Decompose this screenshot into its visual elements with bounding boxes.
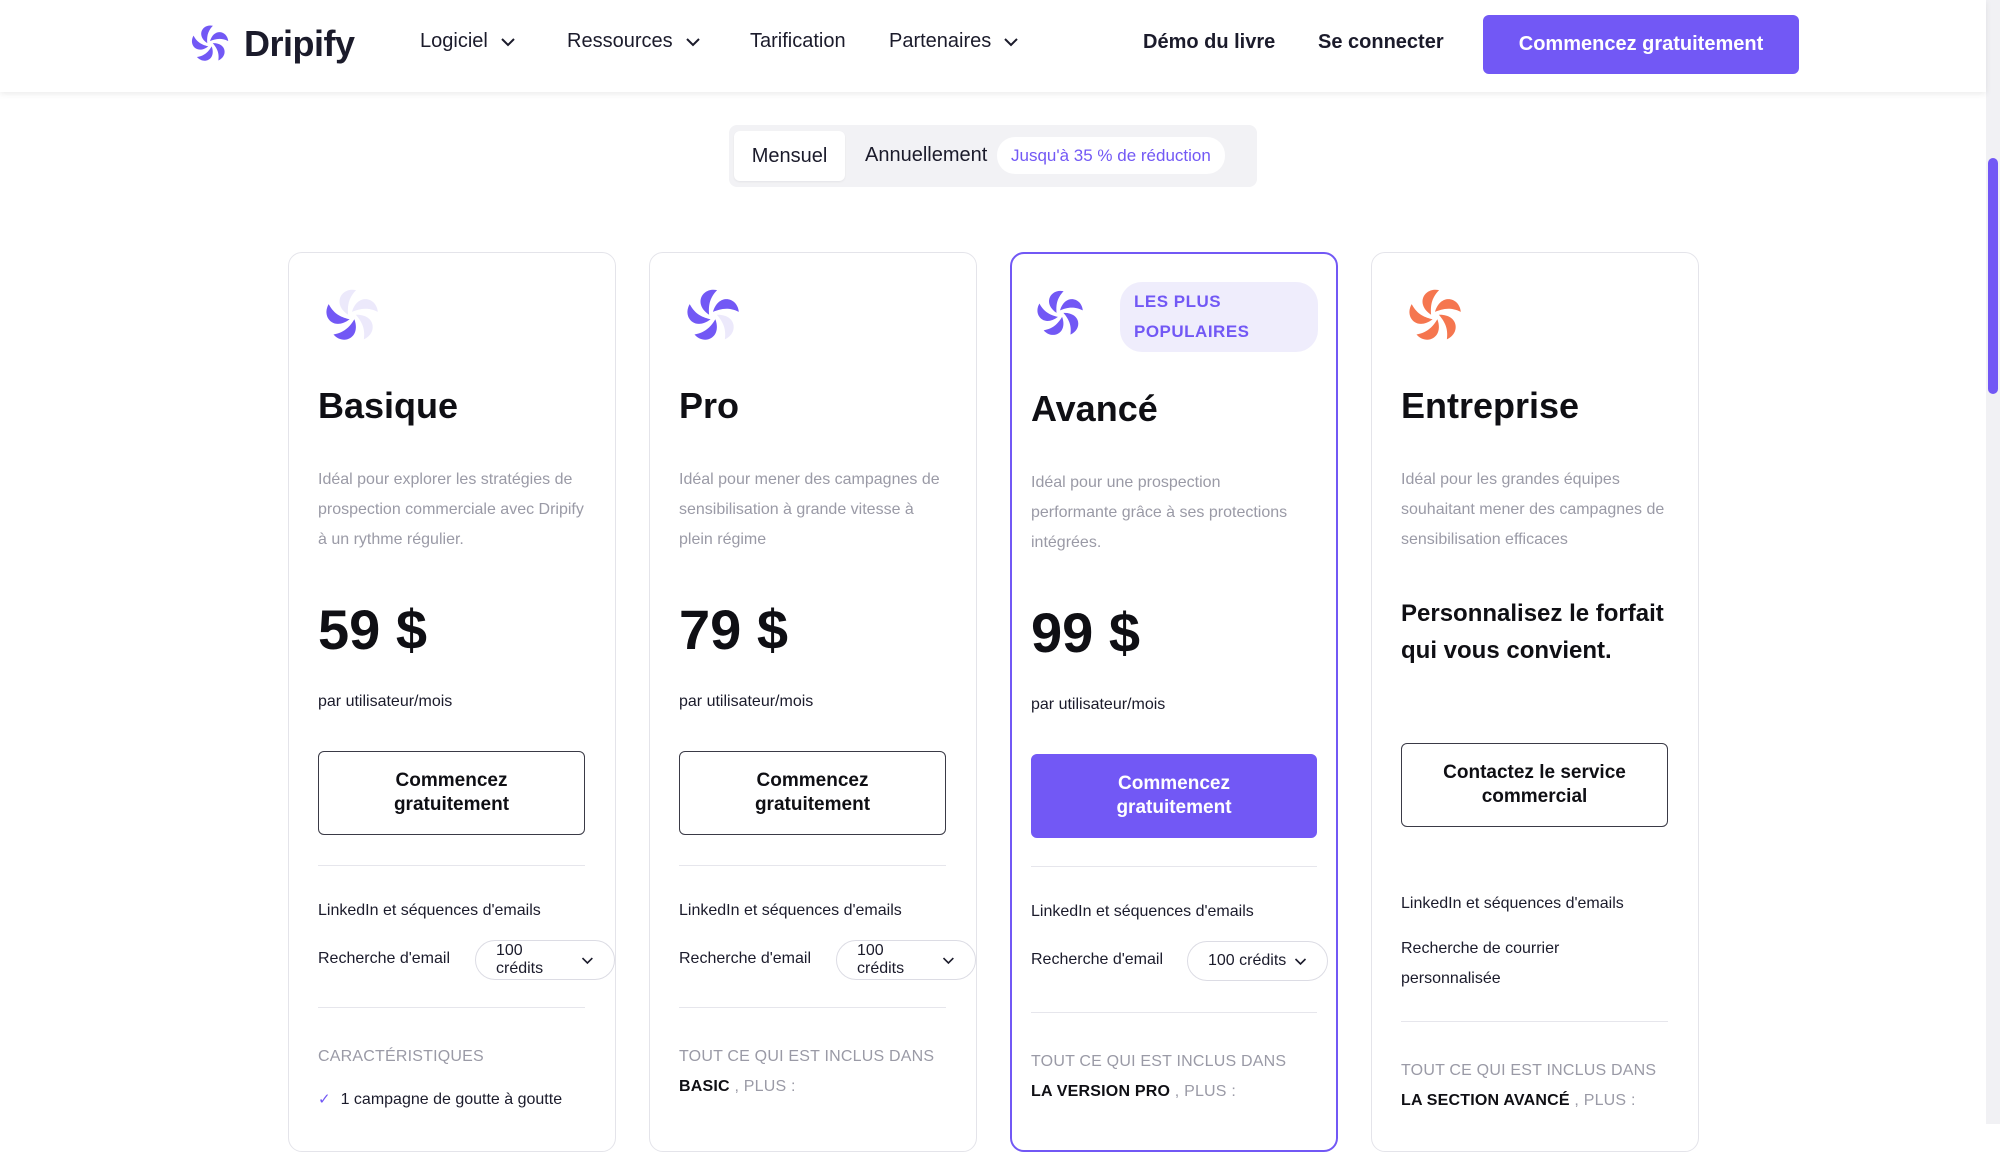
divider xyxy=(679,1007,946,1008)
nav-item-partenaires[interactable]: Partenaires xyxy=(889,30,1019,53)
plan-name: Basique xyxy=(318,385,459,426)
discount-badge: Jusqu'à 35 % de réduction xyxy=(997,137,1225,174)
feature-sequences: LinkedIn et séquences d'emails xyxy=(679,902,902,919)
contact-sales-button[interactable]: Contactez le service commercial xyxy=(1401,743,1668,827)
feature-custom-mail-search: Recherche de courrier personnalisée xyxy=(1401,940,1560,987)
section-plan-name: BASIC xyxy=(679,1078,730,1095)
chevron-down-icon xyxy=(943,956,955,964)
chevron-down-icon xyxy=(1295,957,1307,965)
billing-period-toggle: Mensuel Annuellement Jusqu'à 35 % de réd… xyxy=(729,125,1257,187)
section-suffix: , PLUS : xyxy=(1574,1092,1636,1109)
credits-dropdown[interactable]: 100 crédits xyxy=(475,940,615,980)
plan-period: par utilisateur/mois xyxy=(1031,696,1166,713)
feature-sequences: LinkedIn et séquences d'emails xyxy=(318,902,541,919)
brand-logo[interactable]: Dripify xyxy=(186,20,355,68)
feature-email-search: Recherche d'email xyxy=(318,950,451,967)
nav-item-ressources[interactable]: Ressources xyxy=(567,30,701,53)
plan-price: 99 $ xyxy=(1031,601,1140,664)
book-demo-link[interactable]: Démo du livre xyxy=(1143,31,1275,54)
plan-card-avance: LES PLUS POPULAIRES Avancé Idéal pour un… xyxy=(1010,252,1338,1152)
divider xyxy=(1031,1012,1317,1013)
divider xyxy=(1031,866,1317,867)
section-prefix: TOUT CE QUI EST INCLUS DANS xyxy=(1401,1062,1657,1079)
check-icon: ✓ xyxy=(318,1091,331,1108)
section-prefix: TOUT CE QUI EST INCLUS DANS xyxy=(1031,1053,1287,1070)
plan-period: par utilisateur/mois xyxy=(318,693,453,710)
chevron-down-icon xyxy=(501,37,515,46)
feature-list-item: ✓ 1 campagne de goutte à goutte xyxy=(318,1090,562,1109)
feature-email-search: Recherche d'email xyxy=(679,950,812,967)
divider xyxy=(318,865,585,866)
nav-label: Tarification xyxy=(750,30,846,52)
nav-item-logiciel[interactable]: Logiciel xyxy=(420,30,516,53)
brand-name: Dripify xyxy=(244,23,355,64)
scrollbar-thumb[interactable] xyxy=(1988,158,1998,394)
nav-label: Logiciel xyxy=(420,30,488,52)
feature-text: 1 campagne de goutte à goutte xyxy=(340,1091,563,1108)
divider xyxy=(318,1007,585,1008)
top-navigation-bar: Dripify Logiciel Ressources Tarification… xyxy=(0,0,1986,92)
section-prefix: TOUT CE QUI EST INCLUS DANS xyxy=(679,1048,935,1065)
chevron-down-icon xyxy=(1004,37,1018,46)
plan-card-pro: Pro Idéal pour mener des campagnes de se… xyxy=(649,252,977,1152)
login-link[interactable]: Se connecter xyxy=(1318,31,1444,54)
nav-label: Ressources xyxy=(567,30,673,52)
credits-value: 100 crédits xyxy=(496,942,544,977)
nav-label: Partenaires xyxy=(889,30,992,52)
plan-card-basique: Basique Idéal pour explorer les stratégi… xyxy=(288,252,616,1152)
plan-price: 79 $ xyxy=(679,598,788,661)
nav-item-tarification[interactable]: Tarification xyxy=(750,30,846,53)
section-plan-name: LA VERSION PRO xyxy=(1031,1083,1171,1100)
chevron-down-icon xyxy=(685,37,700,46)
plan-name: Pro xyxy=(679,385,740,426)
features-section-title: TOUT CE QUI EST INCLUS DANS LA VERSION P… xyxy=(1031,1047,1321,1107)
features-section-title: TOUT CE QUI EST INCLUS DANS BASIC , PLUS… xyxy=(679,1042,969,1102)
plan-period: par utilisateur/mois xyxy=(679,693,814,710)
feature-email-search: Recherche d'email xyxy=(1031,951,1164,968)
divider xyxy=(1401,1021,1668,1022)
most-popular-badge: LES PLUS POPULAIRES xyxy=(1120,282,1318,352)
credits-dropdown[interactable]: 100 crédits xyxy=(1187,941,1329,981)
section-plan-name: LA SECTION AVANCÉ xyxy=(1401,1092,1570,1109)
billing-yearly-option[interactable]: Annuellement xyxy=(865,144,987,167)
plan-card-entreprise: Entreprise Idéal pour les grandes équipe… xyxy=(1371,252,1699,1152)
custom-plan-text: Personnalisez le forfait qui vous convie… xyxy=(1401,600,1664,664)
credits-value: 100 crédits xyxy=(857,942,905,977)
billing-monthly-option[interactable]: Mensuel xyxy=(734,131,845,181)
plan-description: Idéal pour les grandes équipes souhaitan… xyxy=(1401,471,1665,548)
feature-sequences: LinkedIn et séquences d'emails xyxy=(1401,895,1624,912)
start-free-button[interactable]: Commencez gratuitement xyxy=(318,751,585,835)
plan-description: Idéal pour mener des campagnes de sensib… xyxy=(679,471,940,548)
plan-icon xyxy=(1404,286,1461,345)
credits-value: 100 crédits xyxy=(1208,952,1287,969)
features-section-title: CARACTÉRISTIQUES xyxy=(318,1048,484,1065)
start-free-button[interactable]: Commencez gratuitement xyxy=(1031,754,1317,838)
dripify-logo-icon xyxy=(188,22,229,65)
features-section-title: TOUT CE QUI EST INCLUS DANS LA SECTION A… xyxy=(1401,1056,1691,1116)
section-suffix: , PLUS : xyxy=(734,1078,796,1095)
chevron-down-icon xyxy=(582,956,594,964)
divider xyxy=(679,865,946,866)
plan-icon xyxy=(321,286,378,345)
start-free-button[interactable]: Commencez gratuitement xyxy=(1483,15,1799,74)
plan-name: Avancé xyxy=(1031,388,1158,429)
plan-name: Entreprise xyxy=(1401,385,1580,426)
feature-sequences: LinkedIn et séquences d'emails xyxy=(1031,903,1254,920)
plan-icon xyxy=(1032,287,1083,340)
plan-price: 59 $ xyxy=(318,598,427,661)
plan-description: Idéal pour explorer les stratégies de pr… xyxy=(318,471,584,548)
plan-icon xyxy=(682,286,739,345)
start-free-button[interactable]: Commencez gratuitement xyxy=(679,751,946,835)
credits-dropdown[interactable]: 100 crédits xyxy=(836,940,976,980)
plan-description: Idéal pour une prospection performante g… xyxy=(1031,474,1288,551)
section-suffix: , PLUS : xyxy=(1174,1083,1236,1100)
